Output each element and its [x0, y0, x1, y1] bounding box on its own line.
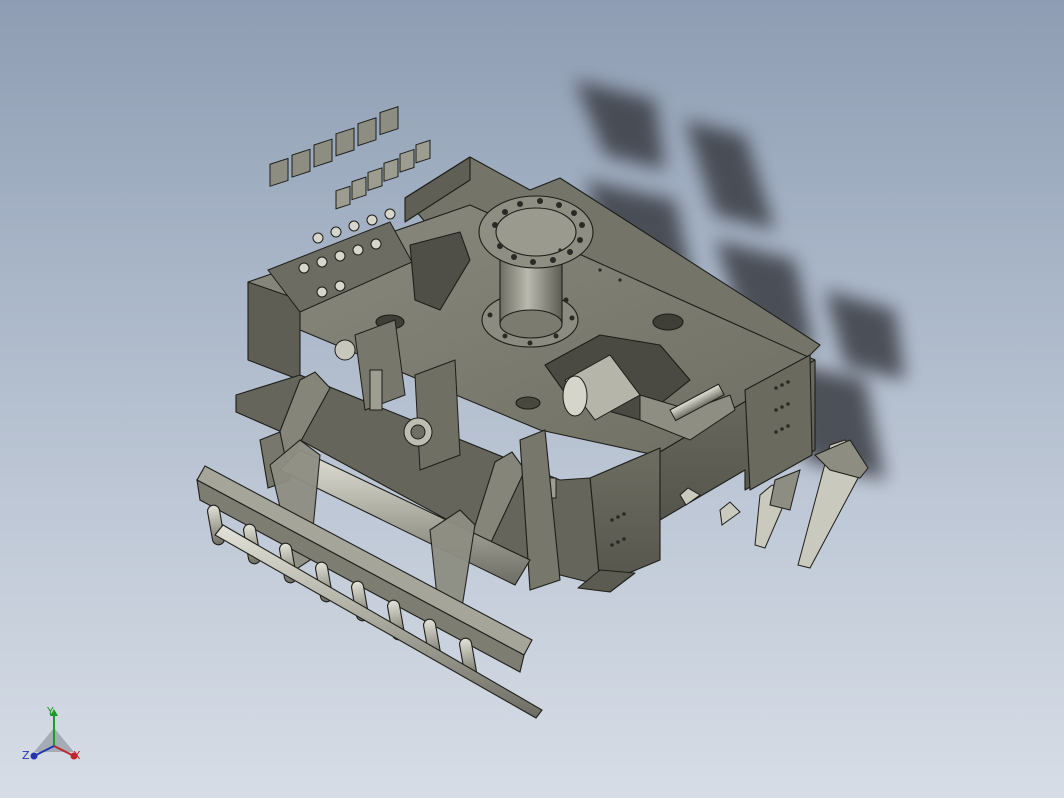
front-side-plate: [589, 447, 661, 586]
triad-y-label: Y: [47, 705, 54, 718]
triad-x-label: X: [73, 749, 81, 762]
graphics-viewport[interactable]: Y X Z: [0, 0, 1064, 798]
cad-model[interactable]: [0, 0, 1064, 798]
hole-top: [652, 313, 684, 331]
triad-z-label: Z: [22, 749, 30, 762]
